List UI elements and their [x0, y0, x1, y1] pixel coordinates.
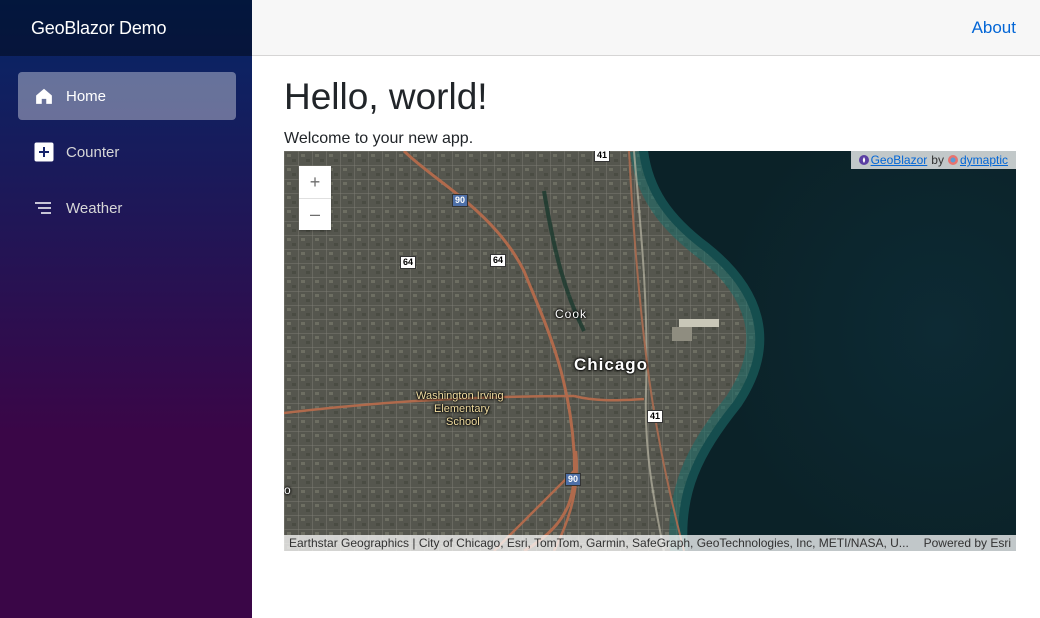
zoom-control: + –: [299, 166, 331, 230]
school-label-line2: Elementary: [434, 403, 490, 415]
geoblazor-link[interactable]: GeoBlazor: [858, 153, 928, 167]
satellite-basemap: [284, 151, 1016, 551]
zoom-out-button[interactable]: –: [299, 198, 331, 230]
main-content: Hello, world! Welcome to your new app.: [284, 56, 1016, 149]
nav-menu: Home Counter Weather: [0, 56, 252, 232]
sidebar: GeoBlazor Demo Home Counter Weather: [0, 0, 252, 618]
sidebar-item-label: Weather: [66, 199, 123, 217]
brand-bar: GeoBlazor Demo: [0, 0, 252, 56]
home-icon: [34, 86, 54, 106]
about-link[interactable]: About: [972, 18, 1016, 38]
flame-icon: [858, 155, 869, 165]
plus-square-icon: [34, 142, 54, 162]
zoom-in-button[interactable]: +: [299, 166, 331, 198]
welcome-text: Welcome to your new app.: [284, 130, 474, 147]
attribution-text[interactable]: Earthstar Geographics | City of Chicago,…: [289, 536, 909, 550]
route-shield: 64: [400, 256, 417, 269]
route-shield: 64: [490, 254, 507, 267]
sidebar-item-label: Home: [66, 87, 107, 105]
map-attribution: Earthstar Geographics | City of Chicago,…: [284, 535, 1016, 551]
credit-by: by: [931, 153, 944, 167]
sidebar-item-label: Counter: [66, 143, 120, 161]
list-lines-icon: [34, 198, 54, 218]
interstate-shield: 90: [452, 194, 469, 207]
powered-by-esri[interactable]: Powered by Esri: [924, 536, 1011, 550]
dymaptic-logo-icon: [947, 155, 958, 165]
route-shield: 41: [594, 151, 611, 162]
county-label: Cook: [555, 307, 588, 321]
map-credit: GeoBlazor by dymaptic: [850, 151, 1016, 169]
page-title: Hello, world!: [284, 76, 488, 117]
map-view[interactable]: Chicago Cook Washington Irving Elementar…: [284, 151, 1016, 551]
route-shield: 41: [647, 410, 664, 423]
brand-title[interactable]: GeoBlazor Demo: [31, 18, 166, 39]
sidebar-item-weather[interactable]: Weather: [18, 184, 236, 232]
school-label-line3: School: [446, 416, 480, 428]
sidebar-item-counter[interactable]: Counter: [18, 128, 236, 176]
dymaptic-link[interactable]: dymaptic: [947, 153, 1008, 167]
dymaptic-link-label: dymaptic: [959, 153, 1008, 167]
top-row: About: [252, 0, 1040, 56]
geoblazor-link-label: GeoBlazor: [870, 153, 928, 167]
school-label-line1: Washington Irving: [416, 390, 504, 402]
edge-label: o: [284, 483, 291, 497]
city-label: Chicago: [574, 355, 649, 374]
sidebar-item-home[interactable]: Home: [18, 72, 236, 120]
interstate-shield: 90: [565, 473, 582, 486]
